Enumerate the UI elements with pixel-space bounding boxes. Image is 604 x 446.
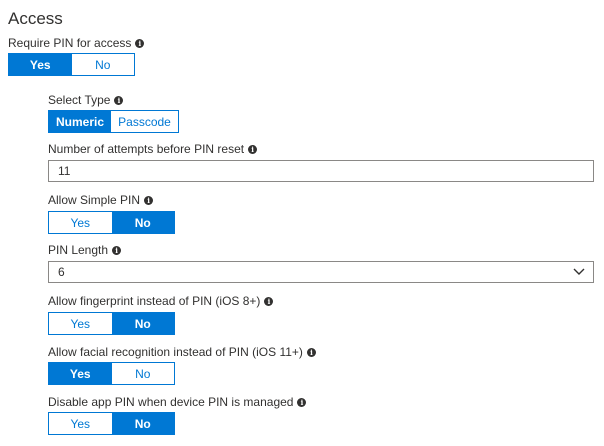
attempts-input[interactable]: 11 [48,160,594,182]
facial-toggle: Yes No [48,362,175,385]
disable-app-pin-label: Disable app PIN when device PIN is manag… [48,395,307,409]
disable-app-pin-yes-button[interactable]: Yes [49,413,112,434]
facial-yes-button[interactable]: Yes [49,363,112,384]
pin-length-label: PIN Length i [48,243,122,257]
info-icon[interactable]: i [135,38,145,48]
require-pin-yes-button[interactable]: Yes [9,54,72,75]
fingerprint-yes-button[interactable]: Yes [49,313,112,334]
disable-app-pin-no-button[interactable]: No [111,413,174,434]
pin-length-select[interactable]: 6 [48,261,594,283]
simple-pin-no-button[interactable]: No [111,212,174,233]
fingerprint-toggle: Yes No [48,312,175,335]
chevron-down-icon [573,268,585,275]
info-icon[interactable]: i [297,397,307,407]
simple-pin-label: Allow Simple PIN i [48,193,154,207]
select-type-label: Select Type i [48,93,124,107]
simple-pin-yes-button[interactable]: Yes [49,212,112,233]
info-icon[interactable]: i [144,195,154,205]
info-icon[interactable]: i [112,245,122,255]
info-icon[interactable]: i [248,144,258,154]
select-type-passcode-button[interactable]: Passcode [111,111,178,132]
info-icon[interactable]: i [114,95,124,105]
require-pin-no-button[interactable]: No [71,54,134,75]
info-icon[interactable]: i [264,296,274,306]
facial-label: Allow facial recognition instead of PIN … [48,345,316,359]
info-icon[interactable]: i [306,347,316,357]
fingerprint-no-button[interactable]: No [111,313,174,334]
section-title: Access [8,9,63,28]
require-pin-toggle: Yes No [8,53,135,76]
select-type-toggle: Numeric Passcode [48,110,179,133]
require-pin-label: Require PIN for access i [8,36,145,50]
select-type-numeric-button[interactable]: Numeric [49,111,111,132]
simple-pin-toggle: Yes No [48,211,175,234]
disable-app-pin-toggle: Yes No [48,412,175,435]
fingerprint-label: Allow fingerprint instead of PIN (iOS 8+… [48,294,274,308]
pin-length-value: 6 [58,265,65,279]
attempts-label: Number of attempts before PIN reset i [48,142,258,156]
facial-no-button[interactable]: No [111,363,174,384]
